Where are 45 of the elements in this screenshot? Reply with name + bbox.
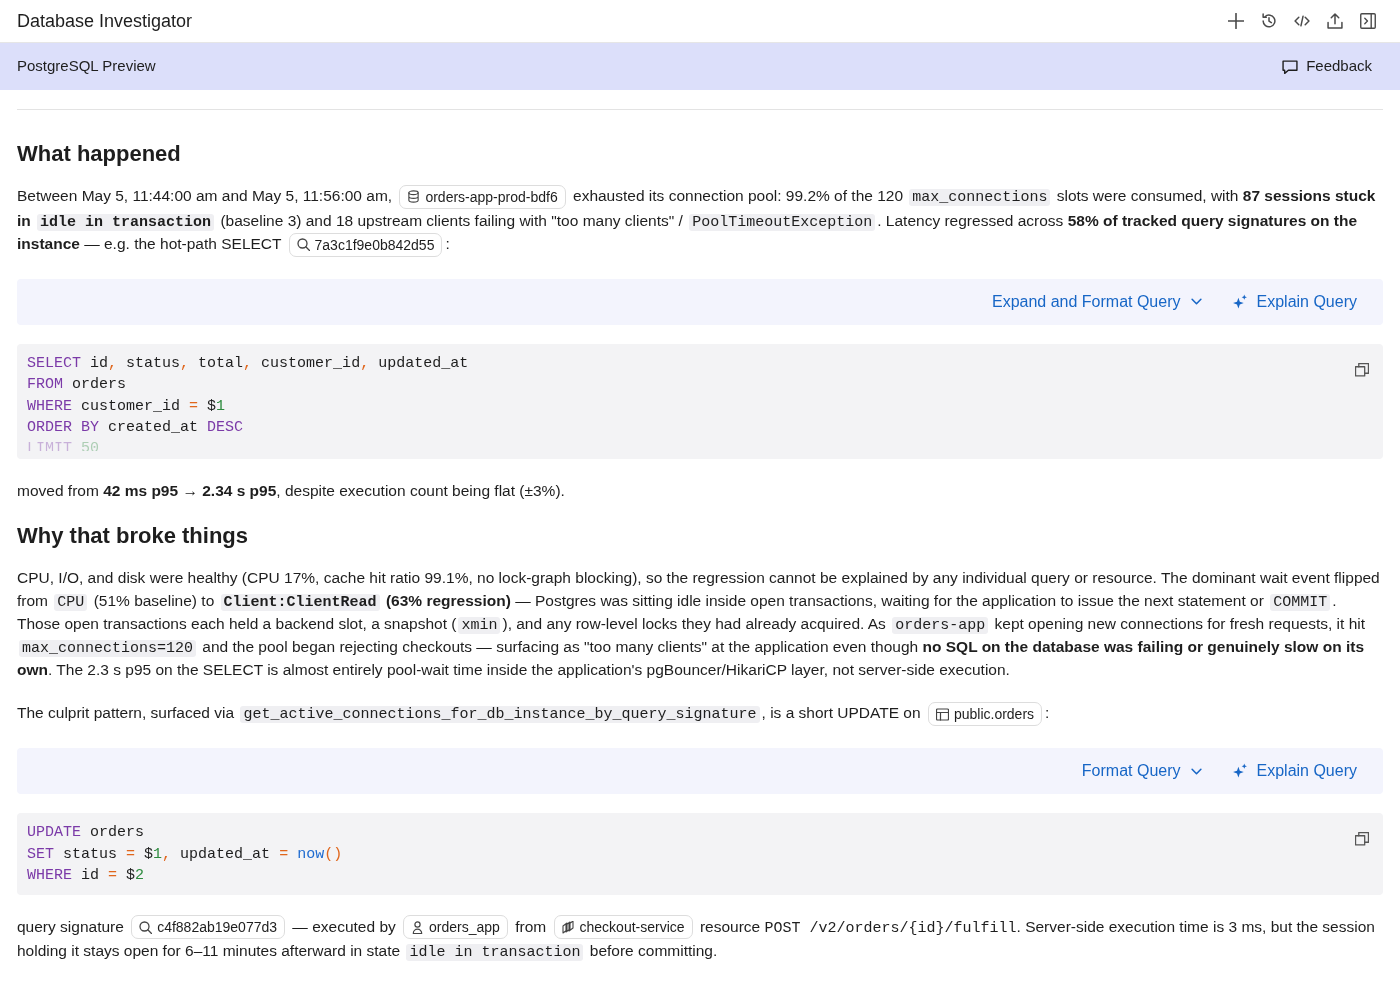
paragraph: query signature c4f882ab19e077d3 — executed by orders_app from checkout-service resource POST /v2/orders/{id}/fulfill. Server-side execution time is 3 ms, but the session holding it stays open for 6–11 minutes afterward in state idle in transaction before committing. (17, 914, 1376, 963)
sql-code: UPDATE orders SET status = $1, updated_at = now() WHERE id = $2 (27, 823, 343, 887)
query-signature-link[interactable]: c4f882ab19e077d3 (131, 915, 286, 940)
service-link[interactable]: checkout-service (553, 915, 693, 940)
format-dropdown-button[interactable]: Format Query (1081, 759, 1202, 784)
format-dropdown-button[interactable]: Expand and Format Query (991, 289, 1202, 314)
share-button[interactable] (1326, 12, 1344, 30)
user-link[interactable]: orders_app (403, 915, 508, 940)
explain-button[interactable]: Explain Query (1231, 759, 1357, 784)
search-icon (139, 920, 153, 934)
paragraph: The culprit pattern, surfaced via get_active_connections_for_db_instance_by_query_signature , is a short UPDATE on public.orders : (17, 701, 1383, 727)
plus-icon (1228, 13, 1244, 29)
code-icon (1294, 13, 1310, 29)
chat-icon (1282, 59, 1299, 74)
chevron-down-icon (1190, 298, 1202, 306)
copy-button[interactable] (1355, 832, 1369, 847)
database-icon (407, 190, 421, 204)
panel-toggle-button[interactable] (1359, 12, 1377, 30)
copy-button[interactable] (1355, 362, 1369, 377)
upload-icon (1327, 13, 1343, 29)
paragraph: moved from 42 ms p95 → 2.34 s p95, despite execution count being flat (±3%). (17, 481, 566, 502)
person-icon (411, 920, 425, 934)
banner-title: PostgreSQL Preview (17, 56, 156, 77)
table-icon (935, 707, 949, 721)
section-heading: Why that broke things (17, 522, 249, 551)
copy-icon (1355, 832, 1369, 847)
sparkle-icon (1231, 293, 1248, 310)
search-icon (296, 238, 310, 252)
stack-icon (561, 920, 575, 934)
copy-icon (1355, 362, 1369, 377)
sparkle-icon (1231, 763, 1248, 780)
explain-button[interactable]: Explain Query (1231, 289, 1357, 314)
paragraph: CPU, I/O, and disk were healthy (CPU 17%, cache hit ratio 99.1%, no lock-graph blocking), so the regression cannot be explained by any individual query or resource. The dominant wait event flipped from CPU (51% baseline) to Client:ClientRead (63% regression) — Postgres was sitting idle inside open transactions, waiting for the application to issue the next statement or COMMIT . Those open transactions each held a backend slot, a snapshot ( xmin ), and any row-level locks they had already acquired. As orders-app kept opening new connections for fresh requests, it hit max_connections=120 and the pool began rejecting checkouts — surfacing as "too many clients" at the application even though no SQL on the database was failing or genuinely slow on its own. The 2.3 s p95 on the SELECT is almost entirely pool-wait time inside the application's pgBouncer/HikariCP layer, not server-side execution. (17, 568, 1381, 681)
history-button[interactable] (1260, 12, 1278, 30)
chevron-down-icon (1190, 767, 1202, 775)
query-signature-link[interactable]: 7a3c1f9e0b842d55 (288, 232, 443, 257)
new-button[interactable] (1227, 12, 1245, 30)
panel-toggle-icon (1360, 13, 1376, 29)
feedback-button[interactable]: Feedback (1282, 55, 1372, 78)
table-link[interactable]: public.orders (927, 702, 1043, 727)
section-heading: What happened (17, 140, 182, 168)
paragraph: Between May 5, 11:44:00 am and May 5, 11:56:00 am, orders-app-prod-bdf6 exhausted its connection pool: 99.2% of the 120 max_connections slots were consumed, with 87 sessions stuck in idle in transaction (baseline 3) and 18 upstream clients failing with "too many clients" / PoolTimeoutException . Latency regressed across 58% of tracked query signatures on the instance — e.g. the hot-path SELECT 7a3c1f9e0b842d55 : (17, 184, 1383, 257)
window-title: Database Investigator (17, 9, 193, 33)
history-icon (1261, 13, 1277, 29)
instance-link[interactable]: orders-app-prod-bdf6 (399, 184, 566, 209)
